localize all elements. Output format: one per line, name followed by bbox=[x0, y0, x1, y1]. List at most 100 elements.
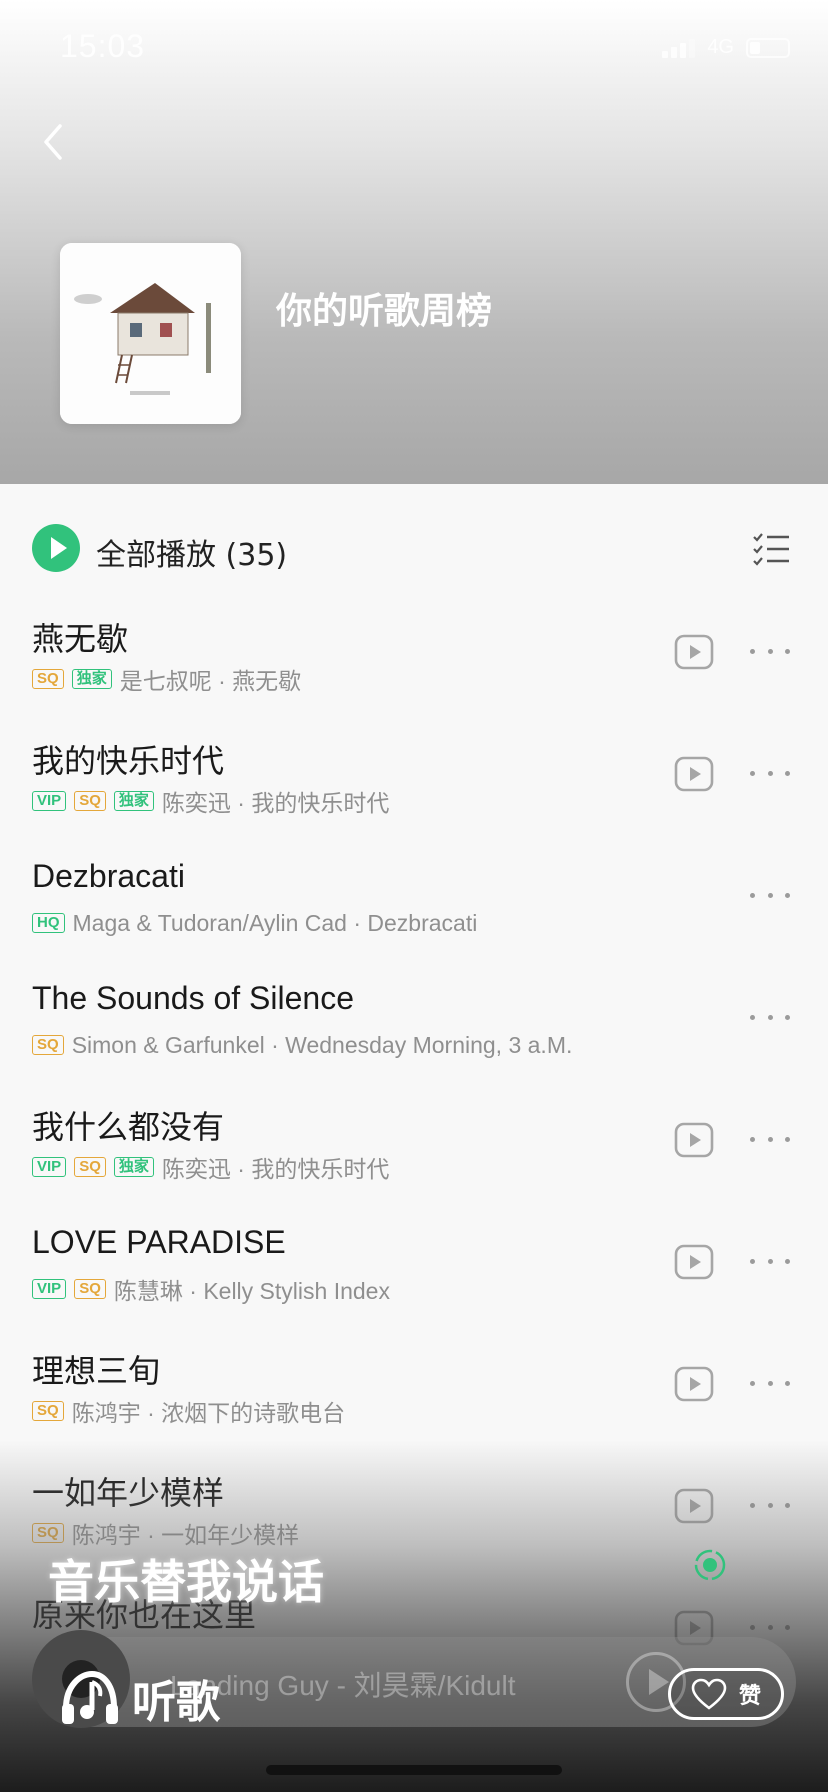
more-dot bbox=[785, 892, 790, 898]
song-title: 我什么都没有 bbox=[32, 1109, 225, 1145]
more-dot bbox=[767, 1380, 773, 1386]
song-artist-album: 陈奕迅 · 我的快乐时代 bbox=[161, 790, 390, 816]
quality-badge: SQ bbox=[32, 1401, 64, 1421]
more-dot bbox=[767, 1014, 773, 1020]
more-dot bbox=[750, 1380, 755, 1386]
more-dot bbox=[750, 770, 755, 776]
more-dot bbox=[750, 1014, 755, 1020]
more-dot bbox=[750, 1258, 755, 1264]
quality-badge: 独家 bbox=[113, 791, 154, 811]
more-dot bbox=[785, 1258, 790, 1264]
song-row[interactable]: The Sounds of Silence SQ Simon & Garfunkel… bbox=[0, 970, 828, 1092]
network-label: 4G bbox=[707, 36, 734, 58]
more-dot bbox=[750, 1136, 755, 1142]
back-button[interactable] bbox=[34, 118, 74, 166]
more-options-icon[interactable] bbox=[750, 1254, 790, 1268]
quality-badge: VIP bbox=[32, 791, 67, 811]
song-row[interactable]: 我的快乐时代 VIP SQ 独家 陈奕迅 · 我的快乐时代 bbox=[0, 726, 828, 848]
battery-icon bbox=[746, 37, 790, 58]
radar-button[interactable] bbox=[693, 1548, 727, 1582]
song-subtitle: VIP SQ 陈慧琳 · Kelly Stylish Index bbox=[32, 1276, 390, 1304]
mv-play-icon[interactable] bbox=[674, 1366, 714, 1402]
song-artist-album: 陈慧琳 · Kelly Stylish Index bbox=[113, 1278, 390, 1304]
multi-select-button[interactable] bbox=[752, 532, 790, 566]
more-dot bbox=[750, 892, 755, 898]
quality-badge: 独家 bbox=[71, 669, 112, 689]
song-title: 理想三旬 bbox=[32, 1353, 161, 1389]
more-dot bbox=[767, 648, 773, 654]
song-title: Dezbracati bbox=[32, 858, 185, 894]
song-subtitle: SQ 独家 是七叔呢 · 燕无歇 bbox=[32, 666, 301, 694]
more-dot bbox=[767, 770, 773, 776]
song-subtitle: SQ 陈鸿宇 · 浓烟下的诗歌电台 bbox=[32, 1398, 345, 1426]
more-options-icon[interactable] bbox=[750, 1010, 790, 1024]
quality-badge: SQ bbox=[32, 1035, 64, 1055]
album-art bbox=[60, 243, 241, 424]
mv-play-icon[interactable] bbox=[674, 1122, 714, 1158]
quality-badge: VIP bbox=[32, 1157, 67, 1177]
more-dot bbox=[785, 1136, 790, 1142]
more-options-icon[interactable] bbox=[750, 1132, 790, 1146]
song-row[interactable]: 燕无歇 SQ 独家 是七叔呢 · 燕无歇 bbox=[0, 604, 828, 726]
more-dot bbox=[785, 648, 790, 654]
song-subtitle: HQ Maga & Tudoran/Aylin Cad · Dezbracati bbox=[32, 910, 477, 936]
song-title: LOVE PARADISE bbox=[32, 1224, 286, 1260]
checklist-icon bbox=[753, 533, 789, 566]
song-row[interactable]: LOVE PARADISE VIP SQ 陈慧琳 · Kelly Stylish In… bbox=[0, 1214, 828, 1336]
more-dot bbox=[785, 1380, 790, 1386]
mv-play-icon[interactable] bbox=[674, 1244, 714, 1280]
song-artist-album: Simon & Garfunkel · Wednesday Morning, 3… bbox=[71, 1031, 573, 1058]
like-button[interactable]: 赞 bbox=[668, 1668, 784, 1720]
more-dot bbox=[785, 770, 790, 776]
quality-badge: SQ bbox=[74, 1279, 106, 1299]
more-dot bbox=[767, 1258, 773, 1264]
chevron-left-icon bbox=[44, 124, 62, 160]
quality-badge: HQ bbox=[32, 913, 65, 933]
more-options-icon[interactable] bbox=[750, 1376, 790, 1390]
header: 15:03 4G 你的听歌周榜 bbox=[0, 0, 828, 484]
more-options-icon[interactable] bbox=[750, 644, 790, 658]
quality-badge: SQ bbox=[32, 669, 64, 689]
quality-badge: SQ bbox=[74, 1157, 106, 1177]
quality-badge: SQ bbox=[74, 791, 106, 811]
song-row[interactable]: 我什么都没有 VIP SQ 独家 陈奕迅 · 我的快乐时代 bbox=[0, 1092, 828, 1214]
now-playing-title[interactable]: Landing Guy - 刘昊霖/Kidult bbox=[170, 1664, 516, 1704]
song-artist-album: 是七叔呢 · 燕无歇 bbox=[119, 668, 302, 694]
more-options-icon[interactable] bbox=[750, 766, 790, 780]
status-indicators: 4G bbox=[662, 36, 790, 59]
song-artist-album: Maga & Tudoran/Aylin Cad · Dezbracati bbox=[72, 909, 478, 936]
song-artist-album: 陈奕迅 · 我的快乐时代 bbox=[161, 1156, 390, 1182]
slogan-text: 音乐替我说话 bbox=[48, 1555, 324, 1609]
headphone-music-icon bbox=[62, 1670, 118, 1724]
signal-icon bbox=[662, 38, 696, 58]
song-title: 我的快乐时代 bbox=[32, 743, 225, 779]
page-title: 你的听歌周榜 bbox=[276, 291, 493, 332]
song-subtitle: VIP SQ 独家 陈奕迅 · 我的快乐时代 bbox=[32, 788, 389, 816]
mv-play-icon[interactable] bbox=[674, 634, 714, 670]
more-options-icon[interactable] bbox=[750, 888, 790, 902]
playlist-cover[interactable] bbox=[60, 243, 241, 424]
song-subtitle: SQ Simon & Garfunkel · Wednesday Morning,… bbox=[32, 1032, 572, 1058]
play-all-row: 全部播放 (35) bbox=[0, 514, 828, 584]
brand-logo: 听歌 bbox=[58, 1666, 220, 1730]
quality-badge: VIP bbox=[32, 1279, 67, 1299]
mv-play-icon[interactable] bbox=[674, 756, 714, 792]
more-dot bbox=[767, 892, 773, 898]
bottom-overlay bbox=[0, 1440, 828, 1792]
heart-icon bbox=[691, 1678, 727, 1710]
play-all-button[interactable] bbox=[32, 524, 80, 572]
song-subtitle: VIP SQ 独家 陈奕迅 · 我的快乐时代 bbox=[32, 1154, 389, 1182]
song-artist-album: 陈鸿宇 · 浓烟下的诗歌电台 bbox=[71, 1400, 346, 1426]
song-title: The Sounds of Silence bbox=[32, 980, 354, 1016]
radar-icon bbox=[694, 1549, 726, 1581]
status-time: 15:03 bbox=[60, 28, 146, 64]
more-dot bbox=[750, 648, 755, 654]
like-label: 赞 bbox=[738, 1684, 761, 1709]
play-all-label[interactable]: 全部播放 (35) bbox=[96, 530, 287, 574]
more-dot bbox=[785, 1014, 790, 1020]
song-title: 燕无歇 bbox=[32, 621, 129, 657]
song-row[interactable]: Dezbracati HQ Maga & Tudoran/Aylin Cad · D… bbox=[0, 848, 828, 970]
quality-badge: 独家 bbox=[113, 1157, 154, 1177]
more-dot bbox=[767, 1136, 773, 1142]
home-indicator[interactable] bbox=[266, 1765, 562, 1775]
